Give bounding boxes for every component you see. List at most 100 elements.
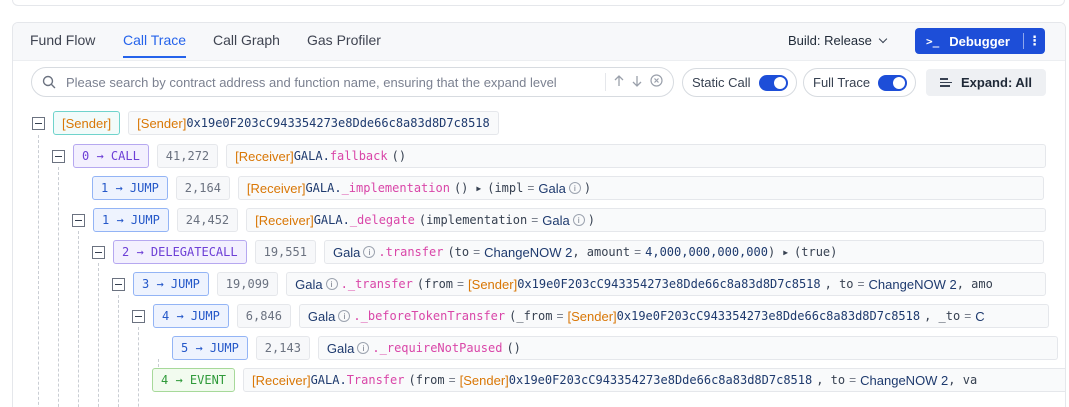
tree-guide-line — [98, 263, 99, 407]
gas-value: 2,164 — [175, 176, 230, 200]
tab-fund-flow[interactable]: Fund Flow — [30, 32, 95, 56]
collapse-toggle[interactable] — [52, 149, 65, 163]
call-trace-tree: [Sender] [Sender] 0x19e0F203cC943354273e… — [13, 107, 1065, 407]
call-badge[interactable]: 0 → CALL — [73, 144, 149, 168]
param-2: , _to — [924, 309, 961, 323]
gas-value: 24,452 — [176, 208, 239, 232]
build-label: Build: Release — [788, 33, 872, 48]
collapse-toggle[interactable] — [92, 245, 105, 259]
call-content[interactable]: [Receiver] GALA. _delegate (implementati… — [246, 208, 1047, 232]
call-content[interactable]: [Receiver] GALA. fallback () — [226, 144, 1047, 168]
param-1: (from — [416, 277, 454, 291]
param-2-value: ChangeNOW 2 — [860, 372, 949, 388]
equals-sign: = — [448, 373, 456, 387]
tree-guide-line — [58, 167, 59, 407]
receiver-tag: [Receiver] — [252, 372, 311, 388]
event-content[interactable]: [Receiver] GALA. Transfer (from = [Sende… — [243, 368, 1065, 392]
return-open: (impl — [487, 181, 524, 195]
build-select[interactable]: Build: Release — [788, 33, 888, 48]
sender-address: 0x19e0F203cC943354273e8Dde66c8a83d8D7c85… — [517, 277, 821, 291]
debugger-button[interactable]: >_ Debugger — [915, 28, 1023, 54]
expand-all-button[interactable]: Expand: All — [926, 69, 1046, 96]
function-name-dot: . — [353, 309, 361, 323]
function-name-dot: . — [340, 277, 348, 291]
arrow-down-icon[interactable] — [632, 75, 642, 90]
info-icon[interactable]: i — [363, 246, 376, 258]
function-name: _beforeTokenTransfer — [360, 309, 506, 323]
function-name: fallback — [329, 149, 388, 163]
function-name-dot: . — [372, 341, 380, 355]
search-input[interactable] — [66, 74, 605, 90]
equals-sign: = — [857, 277, 865, 291]
more-options-icon[interactable]: ⋮ — [1024, 28, 1045, 54]
return-value: (true) — [794, 245, 838, 259]
call-content[interactable]: Gala i . _requireNotPaused () — [317, 336, 1058, 360]
param-1: (from — [408, 373, 445, 387]
tab-call-trace[interactable]: Call Trace — [123, 32, 187, 58]
contract-name: Gala — [332, 244, 361, 260]
param-2: , to — [816, 373, 846, 387]
tab-gas-profiler[interactable]: Gas Profiler — [307, 32, 381, 56]
sender-tag: [Sender] — [137, 115, 187, 131]
arrow-up-icon[interactable] — [614, 74, 624, 90]
sender-address: 0x19e0F203cC943354273e8Dde66c8a83d8D7c85… — [186, 116, 490, 130]
call-content[interactable]: Gala i . _beforeTokenTransfer (_from = [S… — [298, 304, 1049, 328]
receiver-tag: [Receiver] — [255, 212, 314, 228]
collapse-toggle[interactable] — [132, 309, 145, 323]
contract-name: GALA. — [293, 149, 330, 163]
collapse-toggle[interactable] — [72, 213, 85, 227]
expand-return-icon[interactable]: ▶ — [783, 248, 788, 257]
contract-name: Gala — [307, 308, 336, 324]
top-panel-edge — [12, 0, 1065, 6]
tab-call-graph[interactable]: Call Graph — [213, 32, 280, 56]
event-badge[interactable]: 4 → EVENT — [152, 368, 236, 392]
collapse-toggle[interactable] — [32, 116, 45, 130]
tree-guide-line — [118, 295, 119, 407]
trace-row-4: 3 → JUMP 19,099 Gala i . _transfer (from … — [112, 272, 1047, 296]
collapse-toggle[interactable] — [112, 277, 125, 291]
static-call-toggle[interactable] — [758, 74, 788, 91]
equals-sign: = — [556, 309, 564, 323]
param-1-value: ChangeNOW 2 — [484, 244, 573, 260]
info-icon[interactable]: i — [572, 214, 585, 226]
list-lines-icon — [939, 76, 952, 89]
tree-guide-line — [138, 327, 139, 407]
function-name: transfer — [385, 245, 444, 259]
info-icon[interactable]: i — [325, 278, 338, 290]
jump-badge[interactable]: 3 → JUMP — [133, 272, 209, 296]
jump-badge[interactable]: 1 → JUMP — [92, 176, 168, 200]
param-2-value: 4,000,000,000,000 — [645, 245, 768, 259]
full-trace-toggle[interactable] — [878, 74, 908, 91]
full-trace-label: Full Trace — [813, 75, 871, 90]
trace-row-6: 5 → JUMP 2,143 Gala i . _requireNotPaused… — [172, 336, 1058, 360]
trace-row-3: 2 → DELEGATECALL 19,551 Gala i . transfer… — [92, 240, 1044, 264]
equals-sign: = — [457, 277, 465, 291]
info-icon[interactable]: i — [357, 342, 370, 354]
equals-sign: = — [473, 245, 481, 259]
gas-value: 41,272 — [156, 144, 219, 168]
call-content[interactable]: [Receiver] GALA. _implementation () ▶ (i… — [237, 176, 1044, 200]
function-args: () — [506, 341, 521, 355]
clear-icon[interactable] — [650, 74, 663, 90]
function-args: () — [453, 181, 469, 195]
function-name-dot: . — [378, 245, 386, 259]
sender-address-box[interactable]: [Sender] 0x19e0F203cC943354273e8Dde66c8a… — [128, 111, 499, 135]
call-content[interactable]: Gala i . transfer (to = ChangeNOW 2 , amo… — [323, 240, 1044, 264]
equals-sign: = — [849, 373, 857, 387]
static-call-toggle-pill: Static Call — [682, 68, 797, 97]
jump-badge[interactable]: 4 → JUMP — [153, 304, 229, 328]
jump-badge[interactable]: 5 → JUMP — [172, 336, 248, 360]
info-icon[interactable]: i — [338, 310, 351, 322]
expand-return-icon[interactable]: ▶ — [476, 184, 481, 193]
gas-value: 6,846 — [236, 304, 291, 328]
delegatecall-badge[interactable]: 2 → DELEGATECALL — [113, 240, 247, 264]
equals-sign: = — [964, 309, 972, 323]
call-content[interactable]: Gala i . _transfer (from = [Sender] 0x19e… — [286, 272, 1047, 296]
contract-name: GALA. — [310, 373, 347, 387]
receiver-tag: [Receiver] — [235, 148, 294, 164]
args-close: ) — [587, 213, 595, 227]
return-close: ) — [583, 181, 592, 195]
event-name: Transfer — [346, 373, 405, 387]
jump-badge[interactable]: 1 → JUMP — [93, 208, 169, 232]
info-icon[interactable]: i — [568, 182, 581, 194]
